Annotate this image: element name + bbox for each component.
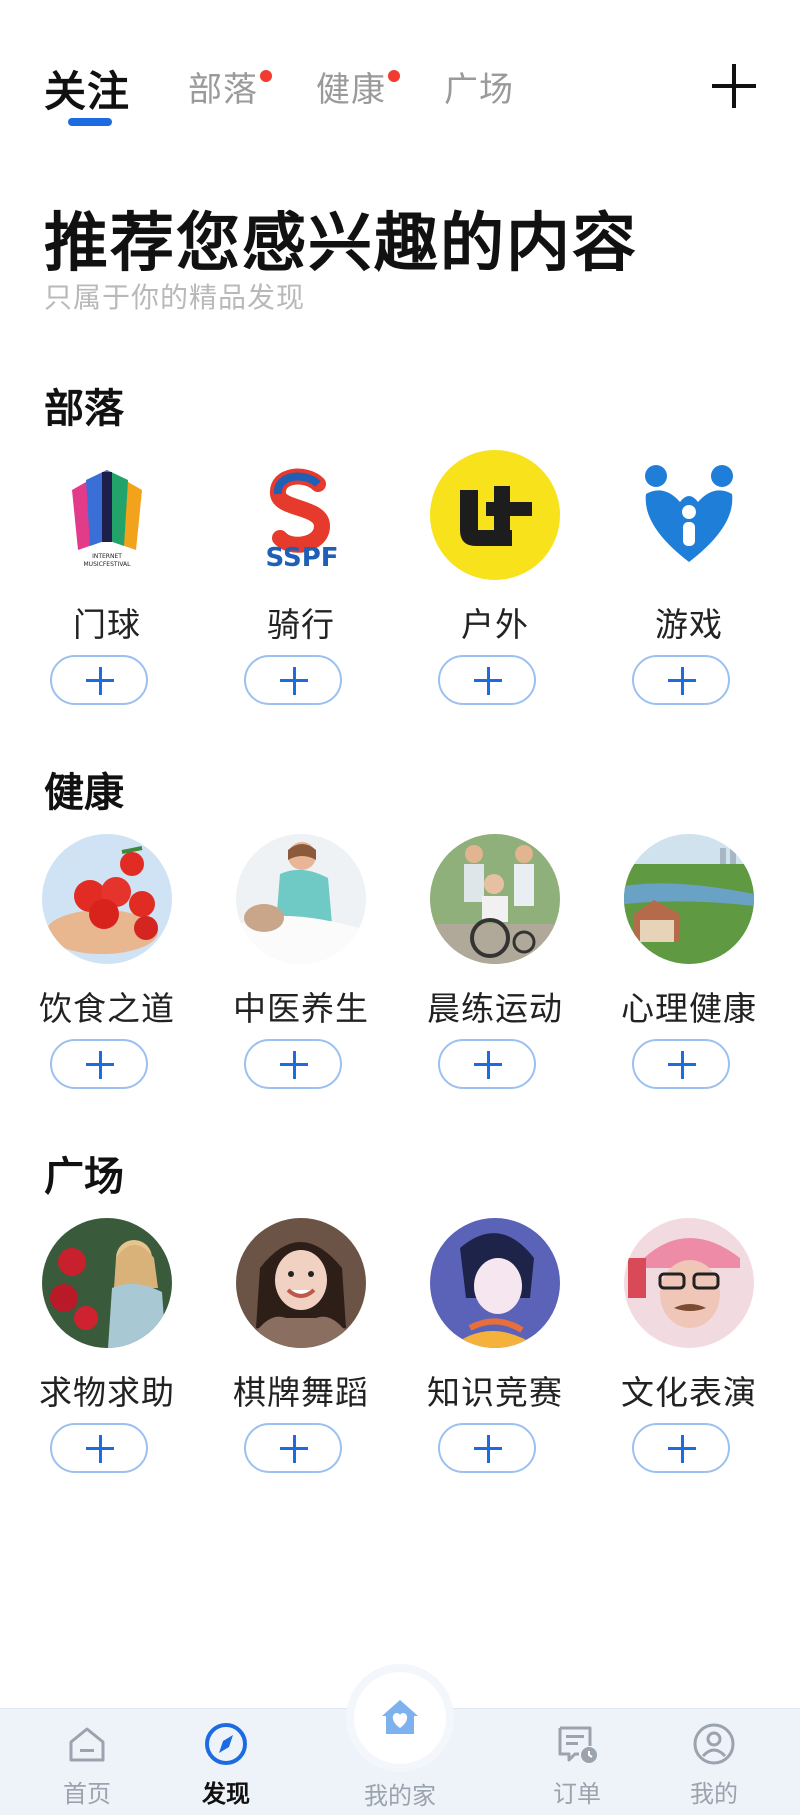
follow-button[interactable] [50, 1039, 148, 1089]
follow-button[interactable] [632, 655, 730, 705]
item-label: 晨练运动 [427, 989, 563, 1028]
svg-text:MUSICFESTIVAL: MUSICFESTIVAL [84, 561, 132, 568]
nav-home[interactable]: 首页 [32, 1722, 142, 1809]
active-tab-indicator [68, 118, 112, 126]
section-title-tribe: 部落 [44, 386, 124, 432]
music-festival-logo-icon[interactable]: INTERNET MUSICFESTIVAL [42, 450, 172, 580]
girl-roses-photo-icon[interactable] [42, 1218, 172, 1348]
plaza-item: 文化表演 [592, 1218, 786, 1488]
svg-text:INTERNET: INTERNET [92, 553, 122, 560]
section-title-health: 健康 [44, 770, 124, 816]
follow-button[interactable] [438, 1423, 536, 1473]
my-home-button[interactable] [354, 1672, 446, 1764]
follow-button[interactable] [438, 1039, 536, 1089]
follow-button[interactable] [244, 655, 342, 705]
tomatoes-photo-icon[interactable] [42, 834, 172, 964]
tab-following[interactable]: 关注 [44, 58, 130, 119]
item-label: 知识竞赛 [427, 1373, 563, 1412]
tribe-item: INTERNET MUSICFESTIVAL 门球 [10, 450, 204, 720]
anime-boy-photo-icon[interactable] [430, 1218, 560, 1348]
follow-button[interactable] [50, 655, 148, 705]
follow-button[interactable] [438, 655, 536, 705]
man-pink-cap-photo-icon[interactable] [624, 1218, 754, 1348]
landscape-photo-icon[interactable] [624, 834, 754, 964]
plaza-item: 棋牌舞蹈 [204, 1218, 398, 1488]
item-label: 中医养生 [233, 989, 369, 1028]
item-label: 饮食之道 [39, 989, 175, 1028]
health-item: 中医养生 [204, 834, 398, 1104]
page-subtitle: 只属于你的精品发现 [44, 281, 306, 314]
profile-icon [693, 1723, 735, 1765]
nav-label: 我的家 [364, 1782, 436, 1810]
item-label: 棋牌舞蹈 [233, 1373, 369, 1412]
plaza-item: 求物求助 [10, 1218, 204, 1488]
notification-dot [260, 70, 272, 82]
nav-label: 我的 [690, 1780, 738, 1808]
item-label: 户外 [461, 605, 529, 644]
compass-icon [205, 1723, 247, 1765]
item-label: 求物求助 [39, 1373, 175, 1412]
item-label: 文化表演 [621, 1373, 757, 1412]
nav-label: 订单 [553, 1780, 601, 1808]
item-label: 骑行 [267, 605, 335, 644]
elderly-wheelchair-photo-icon[interactable] [430, 834, 560, 964]
nurse-photo-icon[interactable] [236, 834, 366, 964]
top-tabs: 关注 部落 健康 广场 [0, 0, 800, 150]
page-title: 推荐您感兴趣的内容 [44, 207, 638, 281]
health-item: 心理健康 [592, 834, 786, 1104]
item-label: 游戏 [655, 605, 723, 644]
follow-button[interactable] [632, 1423, 730, 1473]
follow-button[interactable] [244, 1423, 342, 1473]
sspf-logo-icon[interactable]: SSPF [236, 450, 366, 580]
nav-orders[interactable]: 订单 [522, 1722, 632, 1809]
add-icon[interactable] [710, 62, 758, 110]
item-label: 心理健康 [621, 989, 757, 1028]
health-item: 饮食之道 [10, 834, 204, 1104]
tribe-item: 游戏 [592, 450, 786, 720]
notification-dot [388, 70, 400, 82]
tribe-item: 户外 [398, 450, 592, 720]
nav-label: 首页 [63, 1780, 111, 1808]
follow-button[interactable] [244, 1039, 342, 1089]
ut-yellow-logo-icon[interactable] [430, 450, 560, 580]
family-heart-logo-icon[interactable] [624, 450, 754, 580]
section-title-plaza: 广场 [44, 1154, 124, 1200]
nav-profile[interactable]: 我的 [659, 1722, 769, 1809]
health-item: 晨练运动 [398, 834, 592, 1104]
svg-text:SSPF: SSPF [265, 543, 338, 573]
follow-button[interactable] [50, 1423, 148, 1473]
nav-discover[interactable]: 发现 [171, 1722, 281, 1809]
plaza-item: 知识竞赛 [398, 1218, 592, 1488]
tab-plaza[interactable]: 广场 [444, 62, 514, 111]
home-outline-icon [69, 1727, 105, 1762]
house-heart-icon [382, 1700, 418, 1734]
girl-smiling-photo-icon[interactable] [236, 1218, 366, 1348]
tribe-item: SSPF 骑行 [204, 450, 398, 720]
item-label: 门球 [73, 605, 141, 644]
order-icon [558, 1726, 597, 1763]
nav-label: 发现 [202, 1780, 250, 1808]
follow-button[interactable] [632, 1039, 730, 1089]
tab-health[interactable]: 健康 [316, 62, 400, 111]
tab-tribe[interactable]: 部落 [188, 62, 272, 111]
